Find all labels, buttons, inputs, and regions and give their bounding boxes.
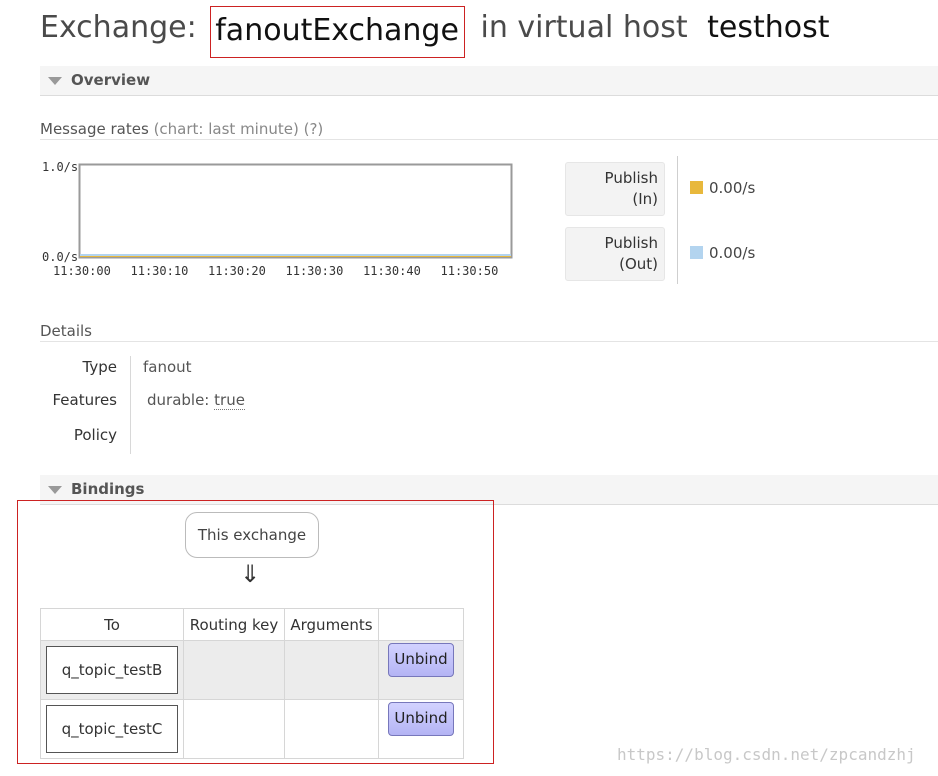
message-rates-header: Message rates (chart: last minute) (?) — [40, 119, 938, 140]
table-row: q_topic_testC Unbind — [40, 699, 464, 759]
type-value: fanout — [143, 358, 192, 376]
publish-out-label-box: Publish (Out) — [565, 227, 665, 281]
collapse-triangle-icon — [48, 486, 62, 494]
publish-in-label-line2: (In) — [632, 190, 658, 208]
rate-divider — [677, 156, 678, 284]
x-tick-label: 11:30:50 — [441, 264, 499, 278]
page-title: Exchange: fanoutExchange in virtual host… — [40, 6, 830, 58]
help-link[interactable]: (?) — [304, 120, 324, 138]
publish-in-label-box: Publish (In) — [565, 162, 665, 216]
arguments-cell — [284, 699, 379, 759]
type-key: Type — [82, 358, 117, 376]
feature-durable-name: durable: — [147, 391, 210, 409]
chart-range-link[interactable]: (chart: last minute) — [154, 120, 299, 138]
overview-header-label: Overview — [71, 71, 151, 89]
unbind-button[interactable]: Unbind — [388, 643, 454, 677]
action-cell: Unbind — [378, 640, 464, 700]
routing-key-cell — [183, 699, 285, 759]
features-key: Features — [52, 391, 118, 409]
x-tick-label: 11:30:00 — [53, 264, 111, 278]
down-arrow-icon: ⇓ — [240, 560, 261, 588]
message-rates-label: Message rates — [40, 120, 149, 138]
publish-out-color-swatch — [690, 246, 703, 259]
unbind-button[interactable]: Unbind — [388, 702, 454, 736]
publish-out-label-line2: (Out) — [619, 255, 658, 273]
y-axis-top-label: 1.0/s — [42, 160, 78, 174]
to-cell: q_topic_testC — [40, 699, 184, 759]
details-header: Details — [40, 321, 938, 342]
publish-in-rate: 0.00/s — [709, 179, 756, 197]
arguments-cell — [284, 640, 379, 700]
queue-link[interactable]: q_topic_testC — [46, 705, 178, 753]
bindings-table: To Routing key Arguments q_topic_testB U… — [40, 608, 464, 759]
column-header-routing-key: Routing key — [183, 608, 285, 641]
plot-area — [78, 163, 513, 259]
column-header-to: To — [40, 608, 184, 641]
this-exchange-box: This exchange — [185, 512, 319, 558]
x-tick-label: 11:30:10 — [131, 264, 189, 278]
collapse-triangle-icon — [48, 77, 62, 85]
x-tick-label: 11:30:40 — [363, 264, 421, 278]
publish-in-label-line1: Publish — [604, 169, 658, 187]
x-tick-label: 11:30:20 — [208, 264, 266, 278]
watermark: https://blog.csdn.net/zpcandzhj — [617, 745, 916, 764]
publish-in-color-swatch — [690, 181, 703, 194]
details-header-label: Details — [40, 322, 93, 340]
details-divider — [130, 356, 131, 454]
y-axis-bottom-label: 0.0/s — [42, 250, 78, 264]
message-rates-chart: 1.0/s 0.0/s 11:30:00 11:30:10 11:30:20 11:3… — [42, 160, 513, 278]
x-tick-label: 11:30:30 — [286, 264, 344, 278]
table-row: q_topic_testB Unbind — [40, 640, 464, 700]
column-header-arguments: Arguments — [284, 608, 379, 641]
exchange-name: fanoutExchange — [210, 6, 465, 58]
publish-out-rate: 0.00/s — [709, 244, 756, 262]
to-cell: q_topic_testB — [40, 640, 184, 700]
column-header-actions — [378, 608, 464, 641]
overview-section-header[interactable]: Overview — [40, 66, 938, 96]
policy-key: Policy — [73, 426, 117, 444]
queue-link[interactable]: q_topic_testB — [46, 646, 178, 694]
routing-key-cell — [183, 640, 285, 700]
title-middle: in virtual host — [480, 10, 688, 45]
features-value: durable: true — [147, 391, 245, 410]
vhost-name: testhost — [707, 10, 830, 45]
publish-out-label-line1: Publish — [604, 234, 658, 252]
action-cell: Unbind — [378, 699, 464, 759]
feature-durable-value: true — [214, 391, 245, 410]
title-prefix: Exchange: — [40, 10, 197, 45]
